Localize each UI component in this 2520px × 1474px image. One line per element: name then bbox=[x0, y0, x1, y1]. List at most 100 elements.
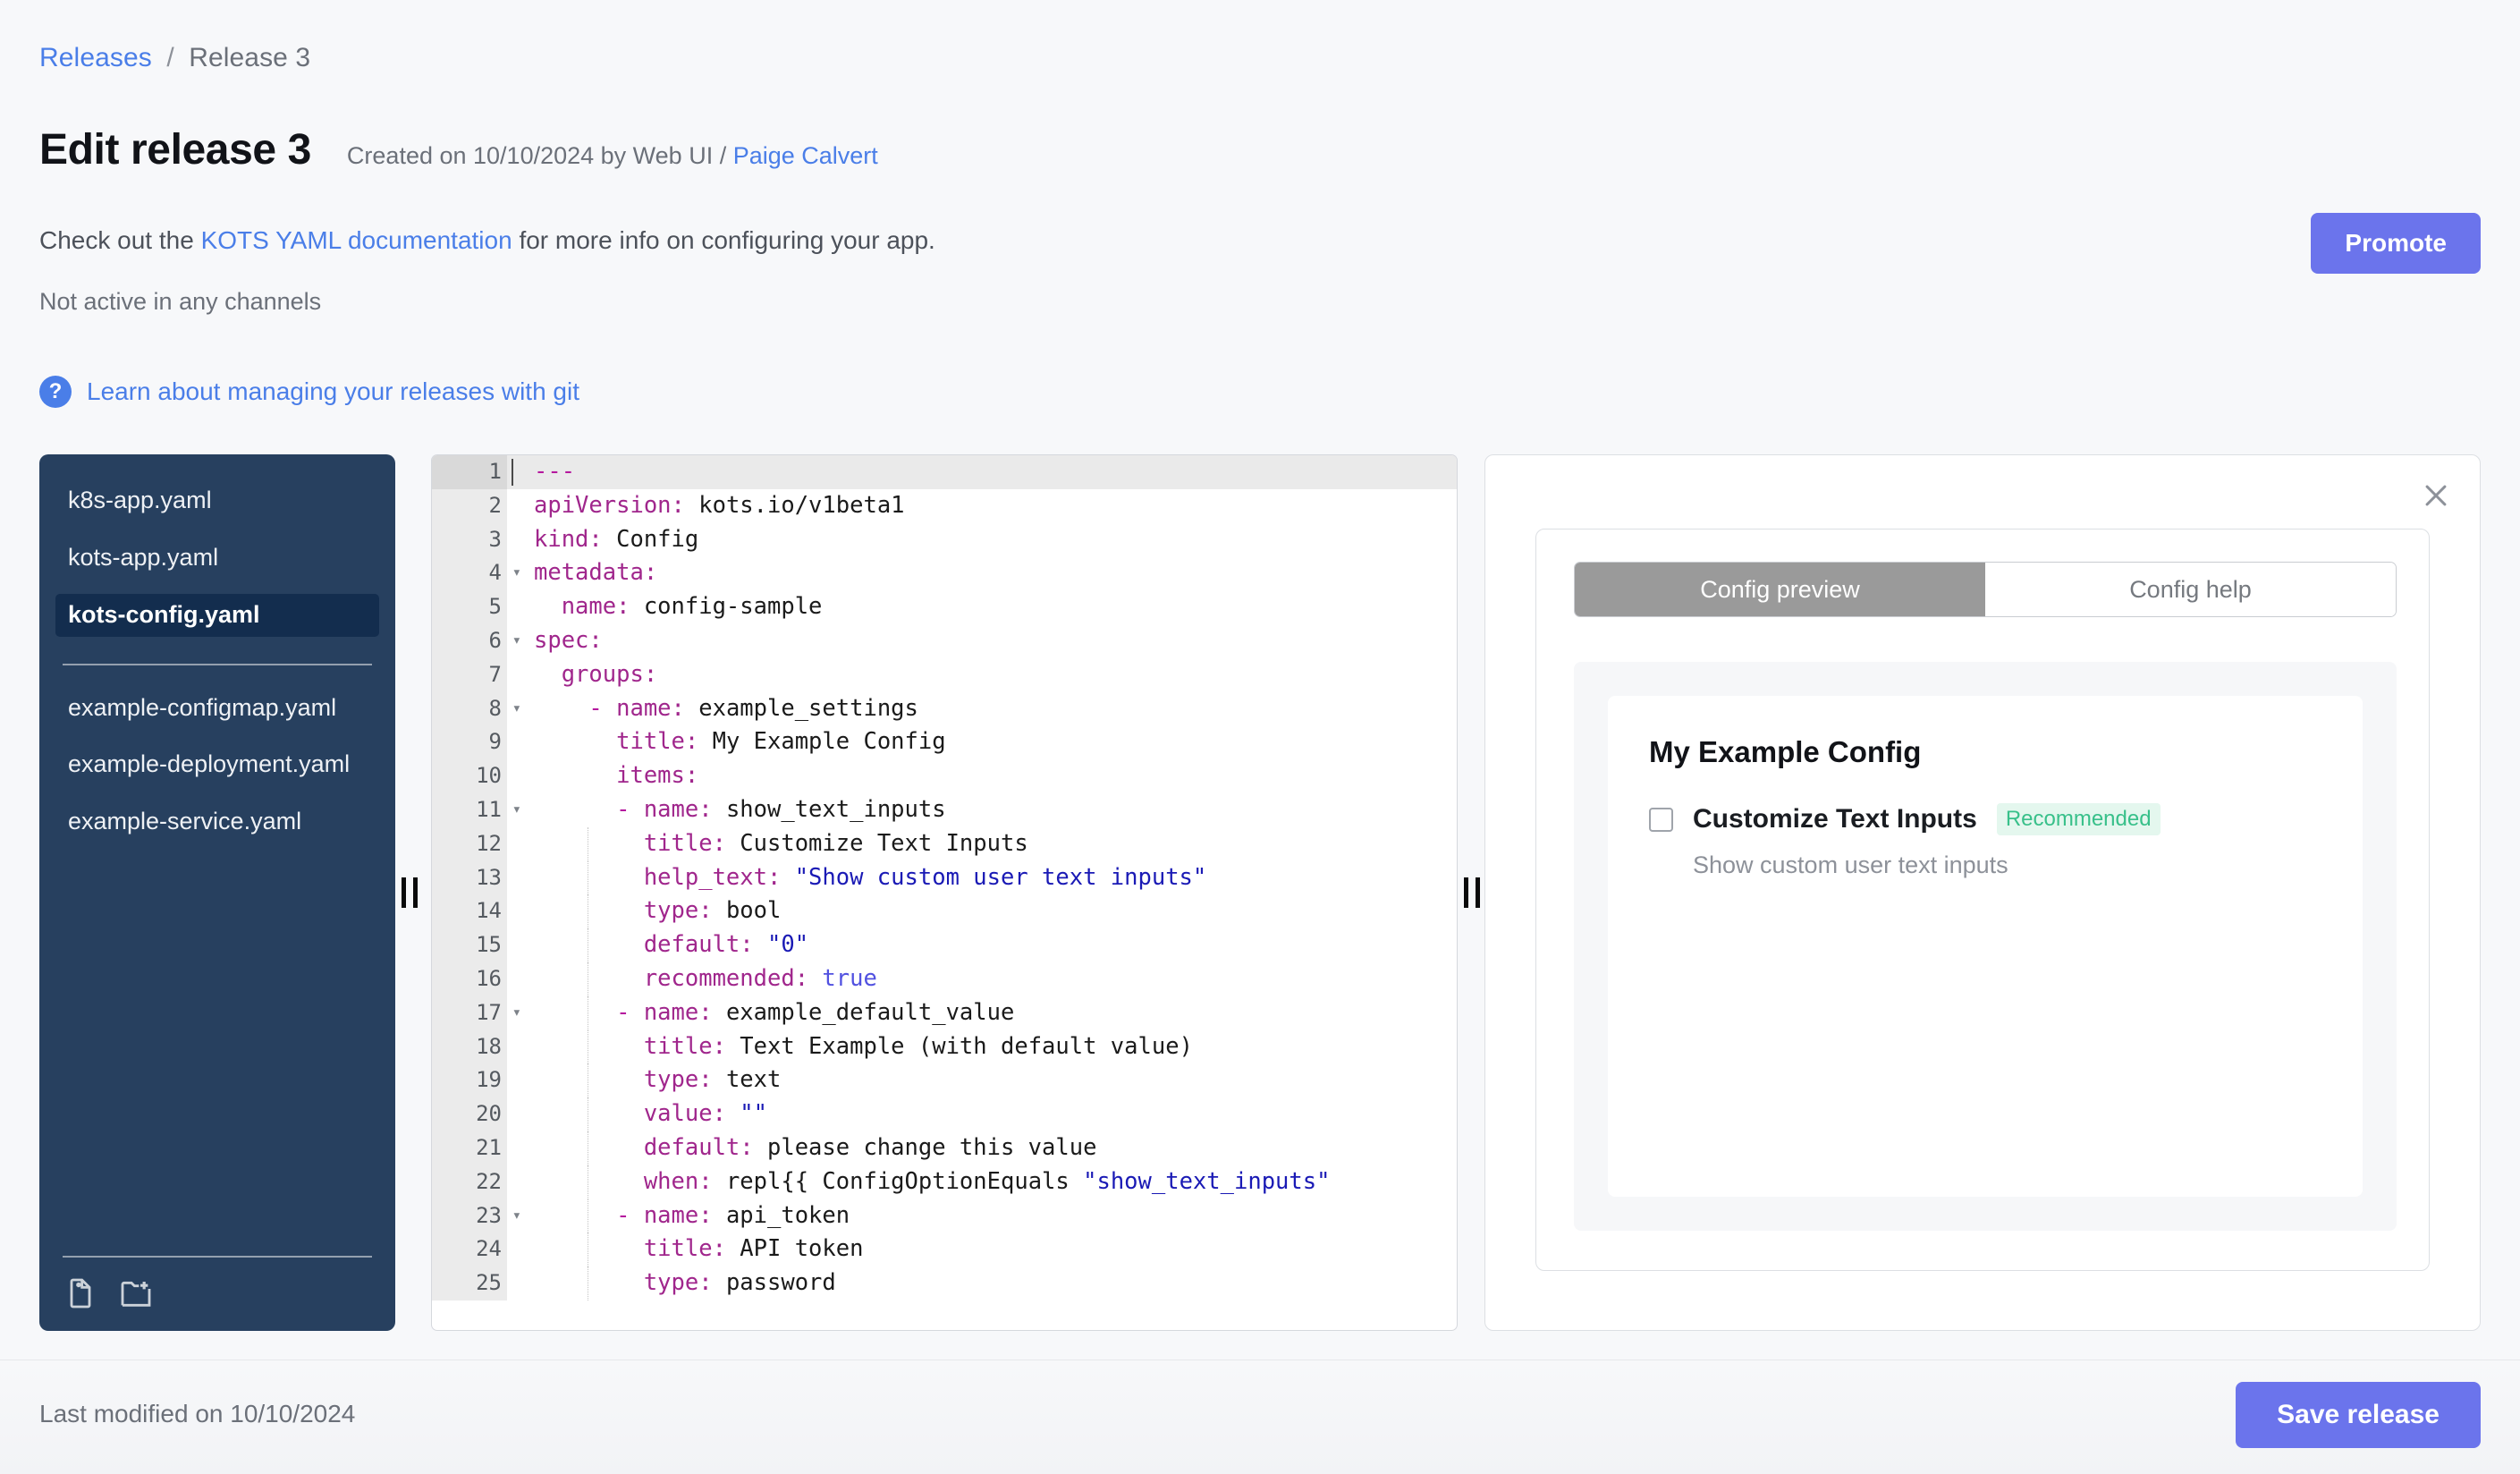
code-text[interactable]: title: Customize Text Inputs bbox=[507, 826, 1457, 861]
save-release-button[interactable]: Save release bbox=[2236, 1382, 2481, 1448]
line-number: 9 bbox=[432, 725, 507, 760]
code-text[interactable]: title: Text Example (with default value) bbox=[507, 1029, 1457, 1064]
tab-config-preview[interactable]: Config preview bbox=[1575, 563, 1985, 616]
code-line[interactable]: 6 ▾ spec: bbox=[432, 623, 1457, 658]
yaml-editor[interactable]: 1 --- 2 apiVersion: kots.io/v1beta1 3 kind: C… bbox=[431, 454, 1458, 1331]
line-number: 10 bbox=[432, 759, 507, 793]
file-item-example-configmap-yaml[interactable]: example-configmap.yaml bbox=[55, 687, 379, 730]
code-text[interactable]: kind: Config bbox=[507, 523, 1457, 557]
code-text[interactable]: apiVersion: kots.io/v1beta1 bbox=[507, 489, 1457, 523]
sidebar-actions bbox=[55, 1275, 379, 1311]
file-list-divider bbox=[63, 663, 372, 665]
code-text[interactable]: default: please change this value bbox=[507, 1131, 1457, 1165]
file-item-kots-app-yaml[interactable]: kots-app.yaml bbox=[55, 537, 379, 580]
kots-yaml-docs-link[interactable]: KOTS YAML documentation bbox=[201, 226, 512, 254]
code-line[interactable]: 21 default: please change this value bbox=[432, 1131, 1457, 1165]
code-text[interactable]: --- bbox=[507, 455, 1457, 489]
file-item-kots-config-yaml[interactable]: kots-config.yaml bbox=[55, 593, 379, 637]
code-line[interactable]: 3 kind: Config bbox=[432, 522, 1457, 557]
code-line[interactable]: 7 groups: bbox=[432, 657, 1457, 692]
code-token: - bbox=[534, 795, 644, 823]
code-text[interactable]: when: repl{{ ConfigOptionEquals "show_te… bbox=[507, 1165, 1457, 1199]
code-line[interactable]: 16 recommended: true bbox=[432, 961, 1457, 996]
code-text[interactable]: value: "" bbox=[507, 1097, 1457, 1131]
code-line[interactable]: 25 type: password bbox=[432, 1266, 1457, 1300]
code-text[interactable]: spec: bbox=[507, 624, 1457, 658]
code-text[interactable]: items: bbox=[507, 759, 1457, 793]
close-icon[interactable] bbox=[2415, 475, 2457, 516]
code-text[interactable]: title: My Example Config bbox=[507, 725, 1457, 759]
git-learn-link[interactable]: Learn about managing your releases with … bbox=[87, 377, 579, 406]
page-title: Edit release 3 bbox=[39, 126, 311, 174]
code-text[interactable]: help_text: "Show custom user text inputs… bbox=[507, 860, 1457, 895]
line-number: 11 ▾ bbox=[432, 792, 521, 827]
code-text[interactable]: type: password bbox=[507, 1266, 1457, 1300]
code-text[interactable]: type: bool bbox=[507, 894, 1457, 929]
code-token: Config bbox=[602, 525, 699, 553]
file-item-example-deployment-yaml[interactable]: example-deployment.yaml bbox=[55, 743, 379, 786]
file-item-k8s-app-yaml[interactable]: k8s-app.yaml bbox=[55, 479, 379, 522]
config-checkbox[interactable] bbox=[1649, 807, 1673, 832]
code-token: type: bbox=[534, 897, 713, 925]
code-line[interactable]: 9 title: My Example Config bbox=[432, 725, 1457, 760]
code-line[interactable]: 23 ▾ - name: api_token bbox=[432, 1199, 1457, 1233]
code-text[interactable]: - name: example_default_value bbox=[507, 995, 1457, 1030]
new-folder-icon[interactable] bbox=[118, 1275, 154, 1311]
code-line[interactable]: 1 --- bbox=[432, 455, 1457, 489]
new-file-icon[interactable] bbox=[63, 1275, 98, 1311]
code-line[interactable]: 4 ▾ metadata: bbox=[432, 556, 1457, 591]
author-link[interactable]: Paige Calvert bbox=[733, 142, 878, 169]
code-text[interactable]: type: text bbox=[507, 1063, 1457, 1098]
breadcrumb-link-releases[interactable]: Releases bbox=[39, 43, 152, 72]
code-line[interactable]: 10 items: bbox=[432, 759, 1457, 793]
code-text[interactable]: - name: show_text_inputs bbox=[507, 793, 1457, 827]
sidebar-footer bbox=[55, 1256, 379, 1331]
tab-config-help[interactable]: Config help bbox=[1985, 563, 2396, 616]
config-group-title: My Example Config bbox=[1649, 735, 1922, 768]
line-number: 19 bbox=[432, 1063, 507, 1098]
code-line[interactable]: 11 ▾ - name: show_text_inputs bbox=[432, 792, 1457, 827]
code-token: items: bbox=[534, 762, 699, 790]
title-row: Edit release 3 Created on 10/10/2024 by … bbox=[39, 125, 878, 174]
code-text[interactable]: - name: example_settings bbox=[507, 692, 1457, 726]
code-text[interactable]: name: config-sample bbox=[507, 590, 1457, 624]
code-text[interactable]: - name: api_token bbox=[507, 1199, 1457, 1233]
code-token: kots.io/v1beta1 bbox=[684, 491, 905, 519]
code-text[interactable]: default: "0" bbox=[507, 928, 1457, 962]
code-line[interactable]: 24 title: API token bbox=[432, 1233, 1457, 1267]
code-line[interactable]: 2 apiVersion: kots.io/v1beta1 bbox=[432, 488, 1457, 523]
code-token: type: bbox=[534, 1269, 713, 1297]
code-line[interactable]: 12 title: Customize Text Inputs bbox=[432, 826, 1457, 861]
code-text[interactable]: metadata: bbox=[507, 556, 1457, 590]
code-line[interactable]: 15 default: "0" bbox=[432, 928, 1457, 962]
editor-scroll[interactable]: 1 --- 2 apiVersion: kots.io/v1beta1 3 kind: C… bbox=[432, 455, 1457, 1330]
code-line[interactable]: 14 type: bool bbox=[432, 894, 1457, 929]
git-learn-row[interactable]: ? Learn about managing your releases wit… bbox=[39, 376, 579, 408]
pane-drag-handle-left[interactable] bbox=[397, 454, 422, 1331]
code-line[interactable]: 8 ▾ - name: example_settings bbox=[432, 691, 1457, 726]
subtitle: Check out the KOTS YAML documentation fo… bbox=[39, 226, 935, 255]
code-line[interactable]: 13 help_text: "Show custom user text inp… bbox=[432, 860, 1457, 895]
code-line[interactable]: 17 ▾ - name: example_default_value bbox=[432, 995, 1457, 1030]
code-text[interactable]: groups: bbox=[507, 658, 1457, 692]
code-token: "0" bbox=[753, 931, 809, 959]
file-item-example-service-yaml[interactable]: example-service.yaml bbox=[55, 801, 379, 843]
file-list-primary: k8s-app.yaml kots-app.yaml kots-config.yam… bbox=[55, 479, 379, 651]
code-line[interactable]: 22 when: repl{{ ConfigOptionEquals "show… bbox=[432, 1165, 1457, 1199]
promote-button[interactable]: Promote bbox=[2311, 213, 2481, 274]
code-line[interactable]: 18 title: Text Example (with default val… bbox=[432, 1029, 1457, 1064]
sidebar-footer-divider bbox=[63, 1256, 372, 1258]
code-line[interactable]: 19 type: text bbox=[432, 1063, 1457, 1098]
pane-drag-handle-right[interactable] bbox=[1459, 454, 1484, 1331]
code-token: true bbox=[808, 964, 877, 992]
code-text[interactable]: recommended: true bbox=[507, 961, 1457, 996]
code-line[interactable]: 5 name: config-sample bbox=[432, 590, 1457, 624]
config-item: Customize Text Inputs Recommended Show cus… bbox=[1649, 803, 2321, 879]
code-token: help_text: bbox=[534, 863, 782, 891]
config-item-label: Customize Text Inputs bbox=[1693, 804, 1977, 834]
code-token: name: bbox=[534, 593, 630, 621]
code-line[interactable]: 20 value: "" bbox=[432, 1097, 1457, 1131]
code-text[interactable]: title: API token bbox=[507, 1233, 1457, 1267]
line-number: 15 bbox=[432, 928, 507, 962]
